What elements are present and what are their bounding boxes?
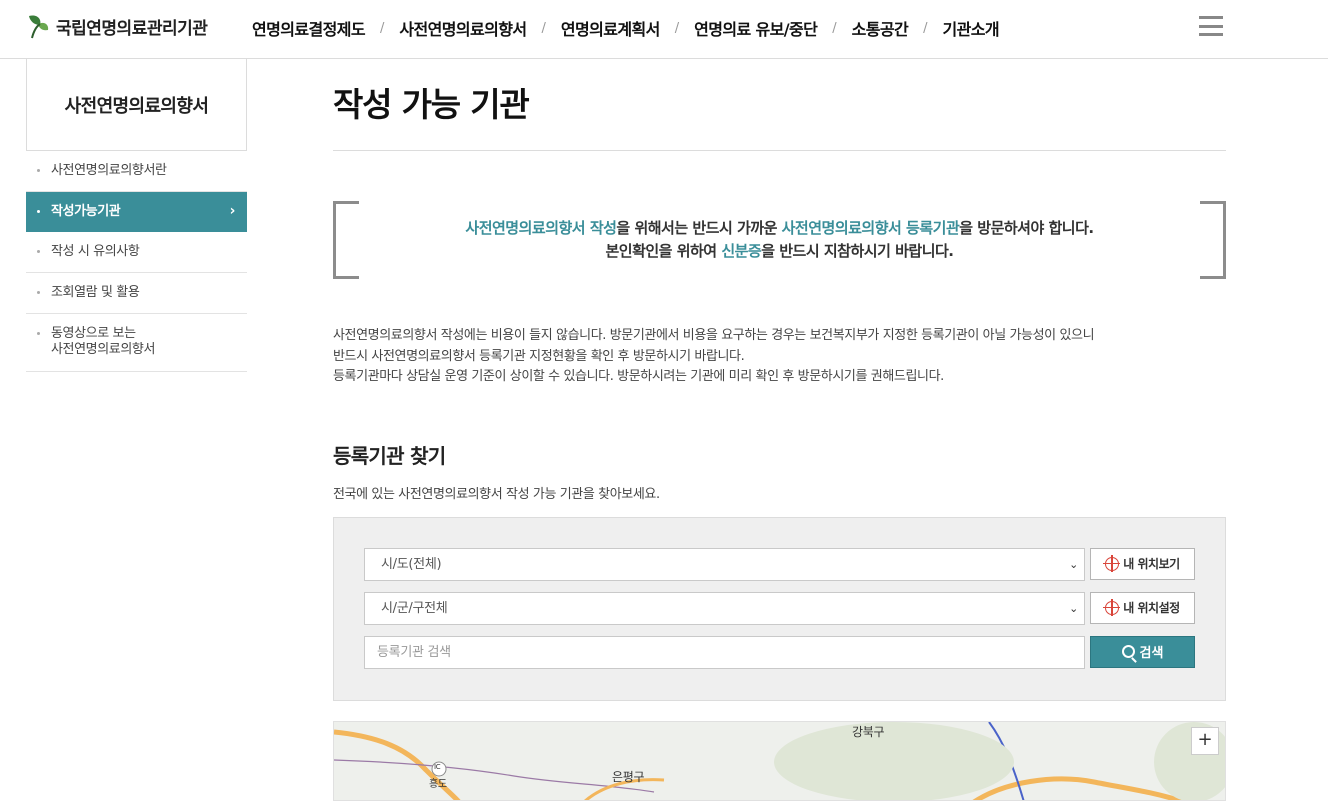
sigungu-select-value: 시/군/구전체 [381,600,448,616]
sidebar-item-video[interactable]: 동영상으로 보는 사전연명의료의향서 [26,314,247,372]
sidebar-item-label: 사전연명의료의향서란 [51,163,167,178]
crosshair-icon [1103,598,1121,616]
sidebar-item-label: 조회열람 및 활용 [51,285,140,300]
highlight-text: 사전연명의료의향서 등록기관 [781,219,960,237]
sidebar-item-label: 사전연명의료의향서 [51,342,156,357]
sido-select-value: 시/도(전체) [381,556,442,572]
sidebar-item-available-institutions[interactable]: 작성가능기관 › [26,192,247,232]
nav-item-advance-directive[interactable]: 사전연명의료의향서 [399,16,527,40]
divider [333,150,1226,151]
page-title: 작성 가능 기관 [333,85,530,124]
highlight-text: 신분증 [721,242,762,260]
site-logo[interactable]: 국립연명의료관리기관 [26,12,208,40]
notice-text: 을 방문하셔야 합니다. [959,219,1094,237]
sido-select[interactable]: 시/도(전체) ⌄ [364,547,1085,581]
map-label: 흥도 [429,778,447,790]
map-background [334,721,1225,800]
nav-item-decision[interactable]: 연명의료결정제도 [252,16,366,40]
notice-box: 사전연명의료의향서 작성을 위해서는 반드시 가까운 사전연명의료의향서 등록기… [333,201,1226,279]
sidebar-item-what-is[interactable]: 사전연명의료의향서란 [26,151,247,192]
map-label: 은평구 [612,769,645,784]
map-label: IC [434,762,441,771]
nav-item-treatment-plan[interactable]: 연명의료계획서 [561,16,660,40]
menu-icon[interactable] [1199,16,1223,36]
sidebar-item-lookup[interactable]: 조회열람 및 활용 [26,273,247,314]
nav-separator: / [923,20,928,36]
description-line: 등록기관마다 상담실 운영 기준이 상이할 수 있습니다. 방문하시려는 기관에… [333,369,944,384]
section-subtitle: 전국에 있는 사전연명의료의향서 작성 가능 기관을 찾아보세요. [333,486,660,502]
bracket-right [1200,201,1226,279]
institution-search-input[interactable]: 등록기관 검색 [364,635,1085,669]
description-line: 반드시 사전연명의료의향서 등록기관 지정현황을 확인 후 방문하시기 바랍니다… [333,348,745,364]
nav-item-community[interactable]: 소통공간 [852,16,909,40]
description-line: 사전연명의료의향서 작성에는 비용이 들지 않습니다. 방문기관에서 비용을 요… [333,328,1095,343]
sidebar-item-label: 작성가능기관 [51,204,121,219]
sidebar: 사전연명의료의향서 사전연명의료의향서란 작성가능기관 › 작성 시 유의사항 … [26,59,247,372]
main-content: 작성 가능 기관 사전연명의료의향서 작성을 위해서는 반드시 가까운 사전연명… [333,59,1226,801]
sidebar-item-label: 작성 시 유의사항 [51,244,140,259]
global-nav: 연명의료결정제도 / 사전연명의료의향서 / 연명의료계획서 / 연명의료 유보… [252,16,1000,40]
chevron-right-icon: › [229,203,236,219]
button-label: 내 위치보기 [1123,557,1180,571]
nav-separator: / [379,20,385,36]
my-location-set-button[interactable]: 내 위치설정 [1090,591,1195,624]
logo-text: 국립연명의료관리기관 [56,18,208,39]
nav-separator: / [541,20,546,36]
search-panel: 시/도(전체) ⌄ 내 위치보기 시/군/구전체 ⌄ 내 위치설정 등록기관 검… [333,516,1226,701]
sidebar-item-precautions[interactable]: 작성 시 유의사항 [26,232,247,273]
sigungu-select[interactable]: 시/군/구전체 ⌄ [364,591,1085,625]
my-location-view-button[interactable]: 내 위치보기 [1090,547,1195,580]
notice-text: 을 위해서는 반드시 가까운 [616,219,782,237]
section-title: 등록기관 찾기 [333,443,446,468]
bracket-left [333,201,359,279]
leaf-logo-icon [29,15,49,39]
search-icon [1121,645,1135,658]
zoom-in-button[interactable]: + [1191,726,1219,755]
notice-text: 을 반드시 지참하시기 바랍니다. [761,242,954,260]
button-label: 검색 [1139,646,1164,661]
description: 사전연명의료의향서 작성에는 비용이 들지 않습니다. 방문기관에서 비용을 요… [333,326,1226,388]
map-label: 강북구 [852,724,885,739]
sidebar-item-label: 동영상으로 보는 [51,326,136,341]
institution-map[interactable]: 강북구 은평구 IC 흥도 + [333,720,1226,801]
chevron-down-icon: ⌄ [1069,601,1078,615]
search-button[interactable]: 검색 [1090,635,1195,668]
site-header: 국립연명의료관리기관 연명의료결정제도 / 사전연명의료의향서 / 연명의료계획… [0,0,1328,59]
nav-separator: / [832,20,837,36]
button-label: 내 위치설정 [1123,601,1180,615]
sidebar-title: 사전연명의료의향서 [26,59,247,151]
chevron-down-icon: ⌄ [1069,557,1078,571]
notice-line-1: 사전연명의료의향서 작성을 위해서는 반드시 가까운 사전연명의료의향서 등록기… [333,217,1226,240]
nav-item-about[interactable]: 기관소개 [943,16,1000,40]
highlight-text: 사전연명의료의향서 작성 [465,219,617,237]
nav-separator: / [674,20,680,36]
notice-text: 본인확인을 위하여 [605,242,722,260]
notice-line-2: 본인확인을 위하여 신분증을 반드시 지참하시기 바랍니다. [333,240,1226,263]
crosshair-icon [1103,554,1121,572]
nav-item-withhold-withdraw[interactable]: 연명의료 유보/중단 [694,16,818,40]
